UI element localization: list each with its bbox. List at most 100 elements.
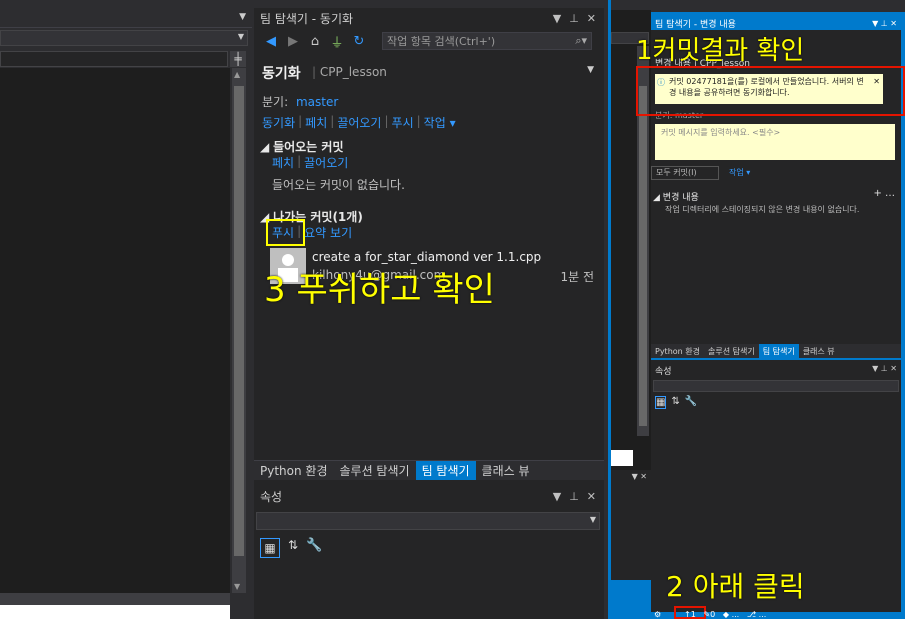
project-name: | CPP_lesson bbox=[312, 65, 387, 79]
properties-titlebar: 속성 ▼ ⊥ ✕ bbox=[254, 486, 604, 506]
avatar-head-icon bbox=[282, 254, 294, 266]
commit-message-input[interactable]: 커밋 메시지를 입력하세요. <필수> bbox=[655, 124, 895, 160]
actions-menu[interactable]: 작업 ▾ bbox=[424, 114, 456, 131]
properties-toolbar: ▦ ⇅ 🔧 bbox=[655, 396, 697, 409]
chevron-down-icon: ▼ bbox=[589, 515, 596, 524]
sync-actions: 동기화 | 페치 | 끌어오기 | 푸시 | 작업 ▾ bbox=[262, 114, 456, 131]
search-icon[interactable]: ⌕▾ bbox=[575, 34, 591, 48]
annotation-2: 2 아래 클릭 bbox=[666, 570, 805, 603]
status-bar-items[interactable]: ⚙ ↑1 ✎0 ◆ ... ⎇ ... bbox=[654, 610, 766, 619]
incoming-empty: 들어오는 커밋이 없습니다. bbox=[272, 178, 405, 192]
summary-link[interactable]: 요약 보기 bbox=[304, 224, 352, 241]
status-strip bbox=[0, 605, 230, 619]
dropdown-icon[interactable]: ▼ ✕ bbox=[632, 472, 647, 481]
close-icon[interactable]: ✕ bbox=[587, 12, 596, 25]
inner-lower-pane: ▼ ✕ bbox=[611, 470, 651, 580]
tab-solution-explorer[interactable]: 솔루션 탐색기 bbox=[704, 344, 759, 358]
info-highlight-box bbox=[636, 66, 905, 116]
changes-titlebar: 팀 탐색기 - 변경 내용 ▼ ⊥ ✕ bbox=[651, 16, 901, 30]
scroll-up-icon[interactable]: ▲ bbox=[234, 70, 240, 79]
branch-label: 분기: bbox=[262, 95, 289, 109]
pin-icon[interactable]: ⊥ bbox=[569, 490, 579, 503]
dropdown-icon[interactable]: ▼ bbox=[553, 490, 561, 503]
collapse-icon[interactable]: ◢ bbox=[260, 140, 269, 154]
forward-icon[interactable]: ▶ bbox=[284, 32, 302, 50]
changes-section-header: 변경 내용 bbox=[662, 193, 699, 203]
changes-actions-menu[interactable]: 작업 ▾ bbox=[729, 167, 750, 178]
changes-section: ◢ 변경 내용 bbox=[653, 190, 699, 203]
refresh-icon[interactable]: ↻ bbox=[350, 32, 368, 50]
properties-title: 속성 bbox=[655, 367, 672, 377]
incoming-header: 들어오는 커밋 bbox=[273, 140, 344, 154]
alphabetical-icon[interactable]: ⇅ bbox=[288, 538, 298, 558]
push-link[interactable]: 푸시 bbox=[392, 114, 414, 131]
back-icon[interactable]: ◀ bbox=[262, 32, 280, 50]
properties-object-select[interactable]: ▼ bbox=[256, 512, 600, 530]
tab-python-env[interactable]: Python 환경 bbox=[254, 461, 334, 480]
team-explorer-panel: 팀 탐색기 - 동기화 ▼ ⊥ ✕ ◀ ▶ ⌂ ⏚ ↻ 작업 항목 검색(Ctr… bbox=[254, 8, 604, 619]
inner-scroll-thumb[interactable] bbox=[639, 86, 647, 426]
window-controls-icon[interactable]: ▼ ⊥ ✕ bbox=[872, 364, 897, 373]
editor-area: ▼ ▼ ╪ ▲ ▼ bbox=[0, 0, 252, 619]
push-highlight-box bbox=[266, 219, 305, 246]
tab-dropdown-icon[interactable]: ▼ bbox=[239, 12, 246, 22]
second-vs-window: ▼ ✕ 팀 탐색기 - 변경 내용 ▼ ⊥ ✕ 변경 내용 | CPP_less… bbox=[608, 0, 905, 619]
tab-class-view[interactable]: 클래스 뷰 bbox=[799, 344, 839, 358]
right-tool-tabs: Python 환경 솔루션 탐색기 팀 탐색기 클래스 뷰 bbox=[651, 344, 901, 358]
panel-titlebar: 팀 탐색기 - 동기화 ▼ ⊥ ✕ bbox=[254, 8, 604, 28]
scroll-thumb[interactable] bbox=[234, 86, 244, 556]
properties-toolbar: ▦ ⇅ 🔧 bbox=[260, 538, 322, 558]
tab-team-explorer[interactable]: 팀 탐색기 bbox=[415, 461, 476, 480]
home-icon[interactable]: ⌂ bbox=[306, 32, 324, 50]
changes-empty: 작업 디렉터리에 스테이징되지 않은 변경 내용이 없습니다. bbox=[665, 205, 860, 214]
editor-tab-strip: ▼ bbox=[0, 10, 252, 28]
window-controls-icon[interactable]: ▼ ⊥ ✕ bbox=[872, 19, 901, 28]
commit-message[interactable]: create a for_star_diamond ver 1.1.cpp bbox=[312, 250, 541, 264]
branch-row: 분기: master bbox=[262, 93, 338, 110]
alphabetical-icon[interactable]: ⇅ bbox=[671, 396, 679, 409]
tab-python-env[interactable]: Python 환경 bbox=[651, 344, 704, 358]
categorized-icon[interactable]: ▦ bbox=[655, 396, 667, 409]
properties-object-select[interactable] bbox=[653, 380, 899, 392]
changes-title: 팀 탐색기 - 변경 내용 bbox=[655, 19, 736, 30]
tool-window-tabs: Python 환경 솔루션 탐색기 팀 탐색기 클래스 뷰 bbox=[254, 460, 604, 480]
page-menu-icon[interactable]: ▼ bbox=[587, 65, 594, 75]
search-placeholder: 작업 항목 검색(Ctrl+') bbox=[387, 35, 496, 48]
tab-class-view[interactable]: 클래스 뷰 bbox=[476, 461, 536, 480]
incoming-actions: 페치 | 끌어오기 bbox=[272, 154, 349, 171]
window-top bbox=[611, 0, 905, 12]
more-icon[interactable]: + … bbox=[873, 188, 895, 199]
split-icon[interactable]: ╪ bbox=[230, 51, 246, 67]
branch-link[interactable]: master bbox=[296, 95, 338, 109]
scroll-down-icon[interactable]: ▼ bbox=[234, 582, 240, 591]
annotation-3: 3 푸쉬하고 확인 bbox=[264, 270, 495, 310]
tab-solution-explorer[interactable]: 솔루션 탐색기 bbox=[334, 461, 416, 480]
categorized-icon[interactable]: ▦ bbox=[260, 538, 280, 558]
sync-link[interactable]: 동기화 bbox=[262, 114, 295, 131]
annotation-1: 1커밋결과 확인 bbox=[636, 36, 805, 66]
pull-link[interactable]: 끌어오기 bbox=[337, 114, 381, 131]
incoming-pull-link[interactable]: 끌어오기 bbox=[304, 154, 348, 171]
page-title: 동기화 bbox=[262, 66, 301, 82]
close-icon[interactable]: ✕ bbox=[587, 490, 596, 503]
member-dropdown[interactable] bbox=[0, 51, 228, 67]
search-input[interactable]: 작업 항목 검색(Ctrl+') ⌕▾ bbox=[382, 32, 592, 50]
commit-all-button[interactable]: 모두 커밋(I) bbox=[651, 166, 719, 180]
fetch-link[interactable]: 페치 bbox=[305, 114, 327, 131]
dropdown-icon[interactable]: ▼ bbox=[553, 12, 561, 25]
properties-panel: 속성 ▼ ⊥ ✕ ▼ ▦ ⇅ 🔧 bbox=[254, 486, 604, 619]
code-editor[interactable] bbox=[0, 68, 230, 593]
inner-white-block bbox=[611, 450, 633, 466]
horizontal-scrollbar[interactable] bbox=[0, 593, 230, 605]
wrench-icon[interactable]: 🔧 bbox=[306, 538, 322, 558]
team-toolbar: ◀ ▶ ⌂ ⏚ ↻ 작업 항목 검색(Ctrl+') ⌕▾ bbox=[254, 28, 604, 54]
pin-icon[interactable]: ⊥ bbox=[569, 12, 579, 25]
tab-team-explorer[interactable]: 팀 탐색기 bbox=[758, 344, 799, 358]
connect-icon[interactable]: ⏚ bbox=[328, 32, 346, 51]
collapse-icon[interactable]: ◢ bbox=[653, 193, 660, 203]
commit-time: 1분 전 bbox=[560, 270, 594, 284]
navigation-dropdown[interactable]: ▼ bbox=[0, 30, 248, 46]
incoming-fetch-link[interactable]: 페치 bbox=[272, 154, 294, 171]
wrench-icon[interactable]: 🔧 bbox=[685, 396, 697, 409]
properties-title: 속성 bbox=[260, 489, 283, 504]
